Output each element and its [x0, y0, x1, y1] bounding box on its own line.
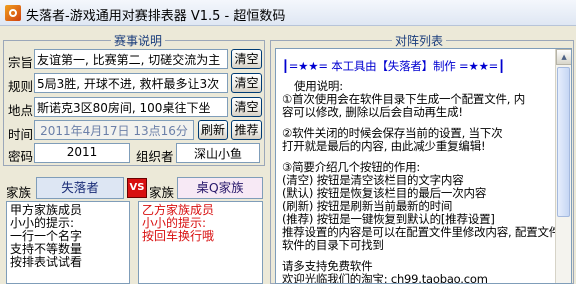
- banner-line: ┃=★★= 本工具由【失落者】制作 =★★=┃: [282, 59, 505, 73]
- team-b-name-field[interactable]: 桌Q家族: [177, 177, 263, 199]
- purpose-field[interactable]: 友谊第一, 比赛第二, 切磋交流为主: [34, 49, 228, 69]
- scroll-up-arrow-icon[interactable]: ▲: [556, 49, 571, 65]
- time-label: 时间: [8, 127, 34, 142]
- password-field[interactable]: 2011: [34, 143, 130, 163]
- password-label: 密码: [8, 149, 34, 164]
- app-icon: [5, 5, 21, 21]
- clear-location-button[interactable]: 清空: [231, 97, 262, 117]
- vs-text: VS: [129, 182, 145, 193]
- matchup-list[interactable]: ┃=★★= 本工具由【失落者】制作 =★★=┃ 使用说明: ①首次使用会在软件目…: [275, 48, 572, 284]
- organizer-field[interactable]: 深山小鱼: [176, 143, 260, 163]
- time-field[interactable]: 2011年4月17日 13点16分: [34, 120, 194, 140]
- event-panel-title: 赛事说明: [111, 32, 166, 49]
- organizer-label: 组织者: [136, 149, 174, 164]
- matchup-line: 软件的目录下可找到: [282, 238, 384, 252]
- team-a-name-field[interactable]: 失落者: [36, 177, 124, 199]
- team-b-family-label: 家族: [149, 185, 175, 200]
- location-label: 地点: [8, 103, 34, 118]
- window-title: 失落者-游戏通用对赛排表器 V1.5 - 超恒数码: [26, 9, 286, 24]
- clear-rules-button[interactable]: 清空: [231, 73, 262, 93]
- matchup-line: 欢迎光临我们的淘宝: ch99.taobao.com: [282, 272, 488, 284]
- rules-label: 规则: [8, 79, 34, 94]
- team-a-roster[interactable]: 甲方家族成员 小小的提示: 一行一个名字 支持不等数量 按排表试试看: [6, 201, 130, 284]
- team-b-roster[interactable]: 乙方家族成员 小小的提示: 按回车换行哦: [138, 201, 263, 284]
- refresh-time-button[interactable]: 刷新: [198, 120, 228, 140]
- matchup-scrollbar[interactable]: ▲: [555, 49, 571, 283]
- location-field[interactable]: 斯诺克3区80房间, 100桌往下坐: [34, 97, 228, 117]
- purpose-label: 宗旨: [8, 55, 34, 70]
- rules-field[interactable]: 5局3胜, 开球不进, 救杆最多让3次: [34, 73, 228, 93]
- scroll-thumb[interactable]: [557, 67, 570, 217]
- recommend-button[interactable]: 推荐: [231, 120, 262, 140]
- title-bar[interactable]: 失落者-游戏通用对赛排表器 V1.5 - 超恒数码: [0, 0, 576, 26]
- vs-badge: VS: [127, 178, 147, 198]
- matchup-line: 容可以修改, 删除以后会自动再生成!: [282, 105, 463, 119]
- roster-a-line: 按排表试试看: [10, 255, 83, 269]
- roster-b-line: 按回车换行哦: [142, 229, 215, 243]
- matchup-panel-title: 对阵列表: [392, 32, 447, 49]
- matchup-line: 打开就是最后的内容, 由此减少重复编辑!: [282, 139, 486, 153]
- clear-purpose-button[interactable]: 清空: [231, 49, 262, 69]
- team-a-family-label: 家族: [6, 185, 32, 200]
